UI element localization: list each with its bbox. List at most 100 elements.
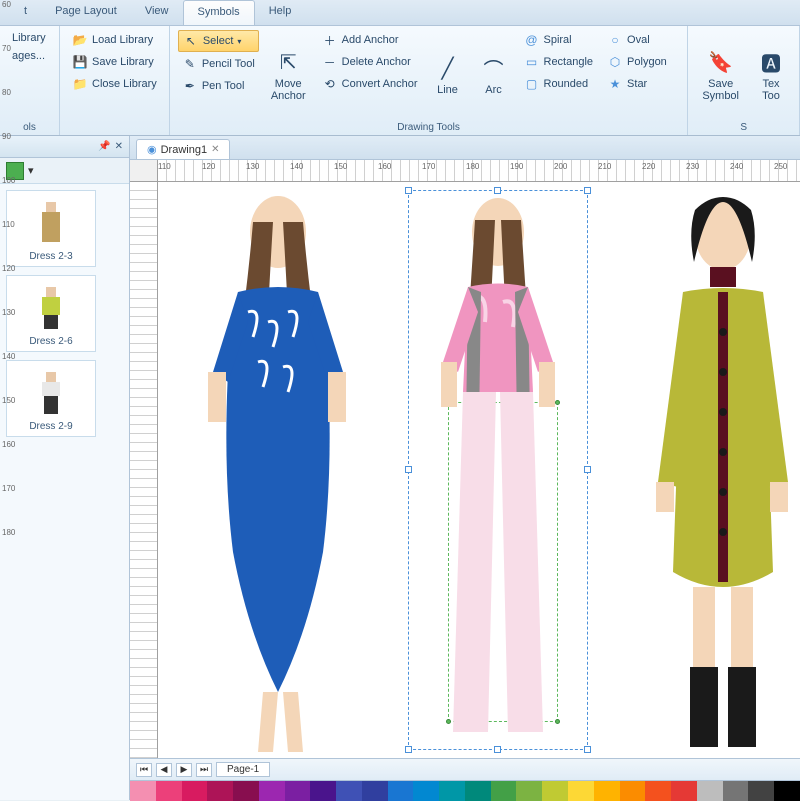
color-swatch[interactable]	[362, 781, 388, 801]
color-swatch[interactable]	[156, 781, 182, 801]
convert-anchor-icon: ⟲	[322, 76, 338, 92]
oval-tool[interactable]: ○Oval	[603, 30, 671, 50]
convert-anchor-tool[interactable]: ⟲Convert Anchor	[318, 74, 422, 94]
select-tool[interactable]: ↖Select▾	[178, 30, 259, 52]
page-first-button[interactable]: ⏮	[136, 763, 152, 777]
color-swatch[interactable]	[516, 781, 542, 801]
polygon-icon: ⬡	[607, 54, 623, 70]
save-symbol-button[interactable]: 🔖Save Symbol	[696, 30, 745, 120]
color-swatch[interactable]	[336, 781, 362, 801]
color-swatch[interactable]	[568, 781, 594, 801]
color-swatch[interactable]	[259, 781, 285, 801]
ruler-tick: 110	[158, 162, 171, 171]
figure-blue-dress[interactable]	[178, 192, 388, 752]
color-swatch[interactable]	[620, 781, 646, 801]
ruler-tick: 170	[422, 162, 435, 171]
color-swatch[interactable]	[542, 781, 568, 801]
folder-icon: 📂	[72, 32, 88, 48]
delete-anchor-icon: －	[322, 54, 338, 70]
color-swatch[interactable]	[491, 781, 517, 801]
pin-icon[interactable]: 📌	[98, 141, 110, 152]
document-tab[interactable]: ◉ Drawing1 ✕	[136, 139, 230, 159]
color-swatch[interactable]	[310, 781, 336, 801]
ruler-tick: 200	[554, 162, 567, 171]
ruler-tick: 160	[2, 440, 15, 449]
color-swatch[interactable]	[645, 781, 671, 801]
ruler-tick: 240	[730, 162, 743, 171]
save-library-button[interactable]: 💾Save Library	[68, 52, 161, 72]
color-swatch[interactable]	[233, 781, 259, 801]
page-tab[interactable]: Page-1	[216, 762, 270, 777]
close-library-button[interactable]: 📁Close Library	[68, 74, 161, 94]
figure-pink-outfit[interactable]	[413, 192, 583, 752]
save-symbol-icon: 🔖	[707, 48, 735, 76]
library-item-dress-2-3[interactable]: Dress 2-3	[6, 190, 96, 267]
color-swatch[interactable]	[182, 781, 208, 801]
library-item-dress-2-9[interactable]: Dress 2-9	[6, 360, 96, 437]
library-item-dress-2-6[interactable]: Dress 2-6	[6, 275, 96, 352]
color-swatch[interactable]	[774, 781, 800, 801]
add-anchor-tool[interactable]: ＋Add Anchor	[318, 30, 422, 50]
color-swatch[interactable]	[671, 781, 697, 801]
pencil-tool[interactable]: ✎Pencil Tool	[178, 54, 259, 74]
tab-symbols[interactable]: Symbols	[183, 0, 255, 25]
color-swatch[interactable]	[697, 781, 723, 801]
tab-view[interactable]: View	[131, 0, 183, 25]
color-swatch[interactable]	[130, 781, 156, 801]
move-anchor-tool[interactable]: ⇱ Move Anchor	[265, 30, 312, 120]
color-swatch[interactable]	[723, 781, 749, 801]
ruler-tick: 120	[202, 162, 215, 171]
ribbon: Library ages... ols 📂Load Library 💾Save …	[0, 26, 800, 136]
ruler-tick: 180	[2, 528, 15, 537]
library-panel: 📌 ✕ ▾ Dress 2-3 Dress 2-6 Dress 2-9	[0, 136, 130, 800]
delete-anchor-tool[interactable]: －Delete Anchor	[318, 52, 422, 72]
load-library-button[interactable]: 📂Load Library	[68, 30, 161, 50]
close-panel-icon[interactable]: ✕	[115, 141, 123, 152]
horizontal-ruler[interactable]: 1101201301401501601701801902002102202302…	[158, 160, 800, 182]
ruler-tick: 220	[642, 162, 655, 171]
tab-partial[interactable]: t	[10, 0, 41, 25]
color-palette	[130, 780, 800, 800]
library-item-label: Dress 2-6	[29, 336, 72, 347]
ruler-tick: 70	[2, 44, 11, 53]
polygon-tool[interactable]: ⬡Polygon	[603, 52, 671, 72]
color-swatch[interactable]	[748, 781, 774, 801]
ruler-tick: 170	[2, 484, 15, 493]
color-swatch[interactable]	[594, 781, 620, 801]
color-swatch[interactable]	[207, 781, 233, 801]
page-next-button[interactable]: ▶	[176, 763, 192, 777]
figure-olive-coat[interactable]	[628, 192, 800, 752]
close-document-icon[interactable]: ✕	[211, 144, 219, 155]
pen-icon: ✒	[182, 78, 198, 94]
document-title: Drawing1	[161, 144, 207, 156]
color-swatch[interactable]	[413, 781, 439, 801]
line-tool[interactable]: ╱Line	[428, 30, 468, 120]
tab-page-layout[interactable]: Page Layout	[41, 0, 131, 25]
canvas[interactable]	[158, 182, 800, 758]
ruler-tick: 210	[598, 162, 611, 171]
color-swatch[interactable]	[465, 781, 491, 801]
color-swatch[interactable]	[439, 781, 465, 801]
panel-dropdown-icon[interactable]: ▾	[28, 164, 34, 177]
pen-tool[interactable]: ✒Pen Tool	[178, 76, 259, 96]
arc-icon: ⌒	[480, 54, 508, 82]
spiral-tool[interactable]: @Spiral	[520, 30, 598, 50]
arc-tool[interactable]: ⌒Arc	[474, 30, 514, 120]
cursor-icon: ↖	[183, 33, 199, 49]
spiral-icon: @	[524, 32, 540, 48]
color-swatch[interactable]	[285, 781, 311, 801]
side-library-button[interactable]: Library	[8, 30, 50, 46]
ruler-tick: 150	[334, 162, 347, 171]
tab-help[interactable]: Help	[255, 0, 306, 25]
document-area: ◉ Drawing1 ✕ 110120130140150160170180190…	[130, 136, 800, 800]
page-last-button[interactable]: ⏭	[196, 763, 212, 777]
library-items[interactable]: Dress 2-3 Dress 2-6 Dress 2-9	[0, 184, 129, 800]
side-images-button[interactable]: ages...	[8, 48, 50, 64]
rectangle-tool[interactable]: ▭Rectangle	[520, 52, 598, 72]
text-tool-button[interactable]: 🅰Tex Too	[751, 30, 791, 120]
page-prev-button[interactable]: ◀	[156, 763, 172, 777]
rounded-tool[interactable]: ▢Rounded	[520, 74, 598, 94]
star-tool[interactable]: ★Star	[603, 74, 671, 94]
vertical-ruler[interactable]: 60708090100110120130140150160170180	[130, 182, 158, 758]
color-swatch[interactable]	[388, 781, 414, 801]
